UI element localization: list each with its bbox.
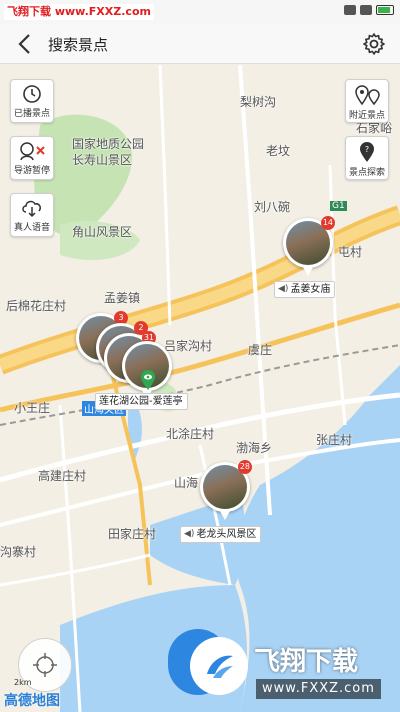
gear-icon: [363, 33, 385, 55]
speaker-icon: ◀): [184, 529, 195, 539]
explore-pin-icon: ?: [360, 142, 374, 162]
watermark-top: 飞翔下载 www.FXXZ.com: [4, 4, 154, 20]
place-label: 高建庄村: [38, 469, 87, 483]
place-label: 张庄村: [316, 433, 353, 447]
explore-spots-button[interactable]: ? 景点探索: [345, 136, 389, 180]
watermark-emblem-icon: [190, 637, 248, 695]
explore-spots-label: 景点探索: [348, 168, 385, 178]
place-label: 老坟: [266, 144, 291, 158]
spot-badge: 14: [320, 216, 335, 230]
history-clock-icon: [23, 85, 41, 103]
map-base: [0, 65, 400, 712]
page-title: 搜索景点: [48, 36, 109, 54]
place-label: 渤海乡: [236, 441, 273, 455]
title-bar: 搜索景点: [0, 24, 400, 64]
guide-pause-button[interactable]: 导游暂停: [10, 136, 54, 180]
place-label: 屯村: [338, 245, 363, 259]
guide-pause-label: 导游暂停: [13, 166, 50, 176]
watermark-url: www.FXXZ.com: [256, 679, 381, 699]
map-scale: 2km: [14, 678, 32, 687]
place-label: 刘八碗: [254, 200, 291, 214]
played-spots-label: 已播景点: [13, 109, 50, 119]
place-label: 虞庄: [248, 343, 273, 357]
nearby-pins-icon: [355, 85, 380, 106]
status-bar: 飞翔下载 www.FXXZ.com: [0, 0, 400, 24]
place-label: 长寿山景区: [72, 153, 133, 167]
nearby-spots-label: 附近景点: [348, 111, 385, 121]
spot-marker[interactable]: 28: [200, 460, 252, 520]
speaker-icon: ◀): [278, 284, 289, 294]
wifi-icon: [360, 5, 372, 15]
watermark-text: 飞翔下载: [254, 647, 359, 677]
status-icons: [344, 5, 394, 15]
place-label: 山海: [174, 476, 199, 490]
place-label: 孟姜镇: [104, 291, 141, 305]
played-spots-button[interactable]: 已播景点: [10, 79, 54, 123]
place-label: 国家地质公园: [72, 137, 145, 151]
real-voice-button[interactable]: 真人语音: [10, 193, 54, 237]
green-eye-pin-icon[interactable]: [140, 369, 156, 391]
watermark-logo: 飞翔下载 www.FXXZ.com: [190, 633, 400, 709]
map-view[interactable]: 梨树沟 国家地质公园 长寿山景区 老坟 刘八碗 石家峪 角山风景区 屯村 后棉花…: [0, 65, 400, 712]
spot-label[interactable]: 莲花湖公园-爱莲亭: [95, 393, 188, 410]
settings-button[interactable]: [358, 28, 390, 60]
real-voice-label: 真人语音: [13, 223, 50, 233]
highway-shield: G1: [330, 201, 347, 211]
spot-marker[interactable]: 14: [283, 216, 335, 276]
battery-icon: [376, 5, 394, 15]
guide-pause-icon: [20, 142, 45, 161]
place-label: 吕家沟村: [164, 339, 213, 353]
place-label: 北涂庄村: [166, 427, 215, 441]
place-label: 后棉花庄村: [6, 299, 67, 313]
amap-logo: 高德地图: [4, 693, 60, 709]
svg-text:?: ?: [365, 145, 369, 154]
place-label: 田家庄村: [108, 527, 157, 541]
spot-label[interactable]: ◀) 孟姜女庙: [274, 281, 336, 298]
cloud-voice-icon: [22, 200, 41, 218]
place-label: 小王庄: [14, 401, 51, 415]
back-button[interactable]: [8, 28, 40, 60]
place-label: 角山风景区: [72, 225, 133, 239]
crosshair-icon: [33, 653, 57, 677]
place-label: 梨树沟: [240, 95, 277, 109]
back-arrow-icon: [18, 34, 30, 54]
spot-label[interactable]: ◀) 老龙头风景区: [180, 526, 262, 543]
spot-label-text: 孟姜女庙: [290, 284, 331, 295]
spot-badge: 28: [237, 460, 252, 474]
spot-label-text: 老龙头风景区: [196, 529, 257, 540]
spot-label-text: 莲花湖公园-爱莲亭: [99, 396, 183, 407]
place-label: 沟寨村: [0, 545, 37, 559]
nearby-spots-button[interactable]: 附近景点: [345, 79, 389, 123]
signal-icon: [344, 5, 356, 15]
